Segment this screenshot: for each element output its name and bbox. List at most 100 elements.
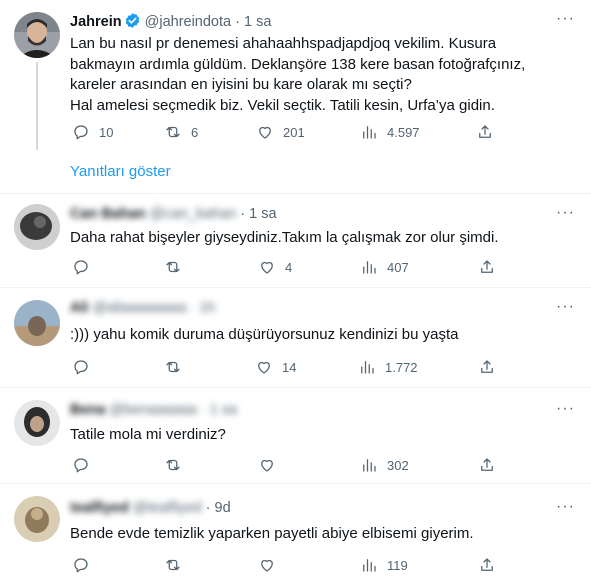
share-button[interactable] — [478, 556, 496, 574]
verified-badge-icon — [124, 12, 141, 33]
retweet-button[interactable]: 6 — [164, 123, 198, 141]
like-button[interactable] — [258, 456, 285, 474]
tweet-header: Can Bahan @can_bahan · 1 sa — [70, 206, 277, 222]
separator: · — [190, 300, 196, 316]
reply-button[interactable] — [72, 456, 99, 474]
like-count: 14 — [282, 359, 297, 375]
author-name[interactable]: Bena — [70, 402, 105, 418]
retweet-button[interactable] — [164, 456, 191, 474]
more-options-icon[interactable]: ··· — [556, 298, 575, 316]
avatar[interactable] — [14, 204, 60, 250]
author-handle[interactable]: @aliaaaaaaaa — [93, 300, 187, 316]
retweet-button[interactable] — [164, 556, 191, 574]
view-count: 1.772 — [385, 359, 418, 375]
like-button[interactable]: 14 — [255, 358, 296, 376]
tweet-text-line: Hal amelesi seçmedik biz. Vekil seçtik. … — [70, 96, 495, 114]
like-count: 4 — [285, 259, 293, 275]
view-count: 4.597 — [387, 124, 420, 140]
like-button[interactable]: 4 — [258, 258, 292, 276]
author-handle[interactable]: @benaaaaaa — [110, 402, 197, 418]
timestamp[interactable]: 9d — [215, 500, 231, 516]
reply-icon — [74, 125, 88, 140]
reply-button[interactable] — [72, 358, 99, 376]
heart-icon — [261, 559, 273, 572]
timestamp[interactable]: 1h — [199, 300, 215, 316]
separator: · — [240, 206, 246, 222]
tweet-header: Ali @aliaaaaaaaa · 1h — [70, 300, 215, 316]
views-button[interactable]: 119 — [360, 556, 408, 574]
views-button[interactable]: 407 — [360, 258, 409, 276]
reply-button[interactable] — [72, 556, 99, 574]
more-options-icon[interactable]: ··· — [556, 400, 575, 418]
reply-icon — [74, 558, 88, 573]
tweet-text-line: bakmayın ardımla güldüm. Deklanşöre 138 … — [70, 55, 526, 73]
reply-tweet[interactable]: Ali @aliaaaaaaaa · 1h ··· :))) yahu komi… — [0, 288, 591, 386]
retweet-button[interactable] — [164, 358, 191, 376]
share-button[interactable] — [478, 358, 496, 376]
avatar[interactable] — [14, 400, 60, 446]
tweet-text: Lan bu nasıl pr denemesi ahahaahhspadjap… — [70, 34, 575, 116]
main-tweet[interactable]: Jahrein @jahreindota · 1 sa ··· Lan bu n… — [0, 0, 591, 150]
views-icon — [363, 459, 376, 472]
views-icon — [363, 261, 376, 274]
share-button[interactable] — [478, 258, 496, 276]
tweet-header: tealfiyed @tealfiyed · 9d — [70, 500, 231, 516]
avatar[interactable] — [14, 496, 60, 542]
reply-tweet[interactable]: Bena @benaaaaaa · 1 sa ··· Tatile mola m… — [0, 388, 591, 482]
more-options-icon[interactable]: ··· — [556, 10, 575, 28]
views-button[interactable]: 1.772 — [358, 358, 418, 376]
tweet-actions: 302 — [64, 456, 504, 476]
reply-tweet[interactable]: Can Bahan @can_bahan · 1 sa ··· Daha rah… — [0, 194, 591, 286]
heart-icon — [261, 261, 273, 274]
heart-icon — [259, 126, 271, 139]
author-handle[interactable]: @tealfiyed — [133, 500, 202, 516]
views-button[interactable]: 4.597 — [360, 123, 420, 141]
more-options-icon[interactable]: ··· — [556, 204, 575, 222]
like-count: 201 — [283, 124, 305, 140]
tweet-text-line: kareler arasından en iyisini bu kare ola… — [70, 76, 412, 93]
timestamp[interactable]: 1 sa — [249, 206, 276, 222]
separator: · — [200, 402, 206, 418]
retweet-icon — [166, 261, 180, 273]
show-replies-link[interactable]: Yanıtları göster — [70, 163, 171, 180]
author-handle[interactable]: @can_bahan — [150, 206, 236, 222]
tweet-text: Tatile mola mi verdiniz? — [70, 426, 226, 443]
heart-icon — [258, 361, 270, 374]
tweet-text: :))) yahu komik duruma düşürüyorsunuz ke… — [70, 326, 459, 343]
author-name[interactable]: tealfiyed — [70, 500, 129, 516]
reply-button[interactable] — [72, 258, 99, 276]
retweet-icon — [166, 126, 180, 138]
views-icon — [363, 559, 376, 572]
share-button[interactable] — [478, 456, 496, 474]
author-name[interactable]: Jahrein — [70, 14, 122, 30]
tweet-header: Bena @benaaaaaa · 1 sa — [70, 402, 237, 418]
avatar[interactable] — [14, 300, 60, 346]
tweet-actions: 119 — [64, 556, 504, 576]
retweet-icon — [166, 459, 180, 471]
tweet-text: Daha rahat bişeyler giyseydiniz.Takım la… — [70, 229, 499, 246]
tweet-text: Bende evde temizlik yaparken payetli abi… — [70, 525, 474, 542]
thread-line — [36, 62, 38, 150]
author-name[interactable]: Can Bahan — [70, 206, 146, 222]
tweet-header: Jahrein @jahreindota · 1 sa — [70, 12, 271, 33]
timestamp[interactable]: 1 sa — [210, 402, 237, 418]
reply-button[interactable]: 10 — [72, 123, 113, 141]
like-button[interactable]: 201 — [256, 123, 305, 141]
view-count: 407 — [387, 259, 409, 275]
avatar[interactable] — [14, 12, 60, 58]
like-button[interactable] — [258, 556, 285, 574]
tweet-actions: 10 6 201 4.597 — [64, 123, 504, 143]
retweet-button[interactable] — [164, 258, 191, 276]
author-name[interactable]: Ali — [70, 300, 89, 316]
more-options-icon[interactable]: ··· — [556, 498, 575, 516]
share-button[interactable] — [476, 123, 494, 141]
views-icon — [363, 126, 376, 139]
timestamp[interactable]: 1 sa — [244, 14, 271, 30]
author-handle[interactable]: @jahreindota — [145, 14, 231, 30]
share-icon — [481, 260, 493, 273]
reply-count: 10 — [99, 124, 114, 140]
reply-tweet[interactable]: tealfiyed @tealfiyed · 9d ··· Bende evde… — [0, 484, 591, 585]
views-button[interactable]: 302 — [360, 456, 409, 474]
tweet-text-line: Lan bu nasıl pr denemesi ahahaahhspadjap… — [70, 35, 497, 52]
reply-icon — [74, 260, 88, 275]
